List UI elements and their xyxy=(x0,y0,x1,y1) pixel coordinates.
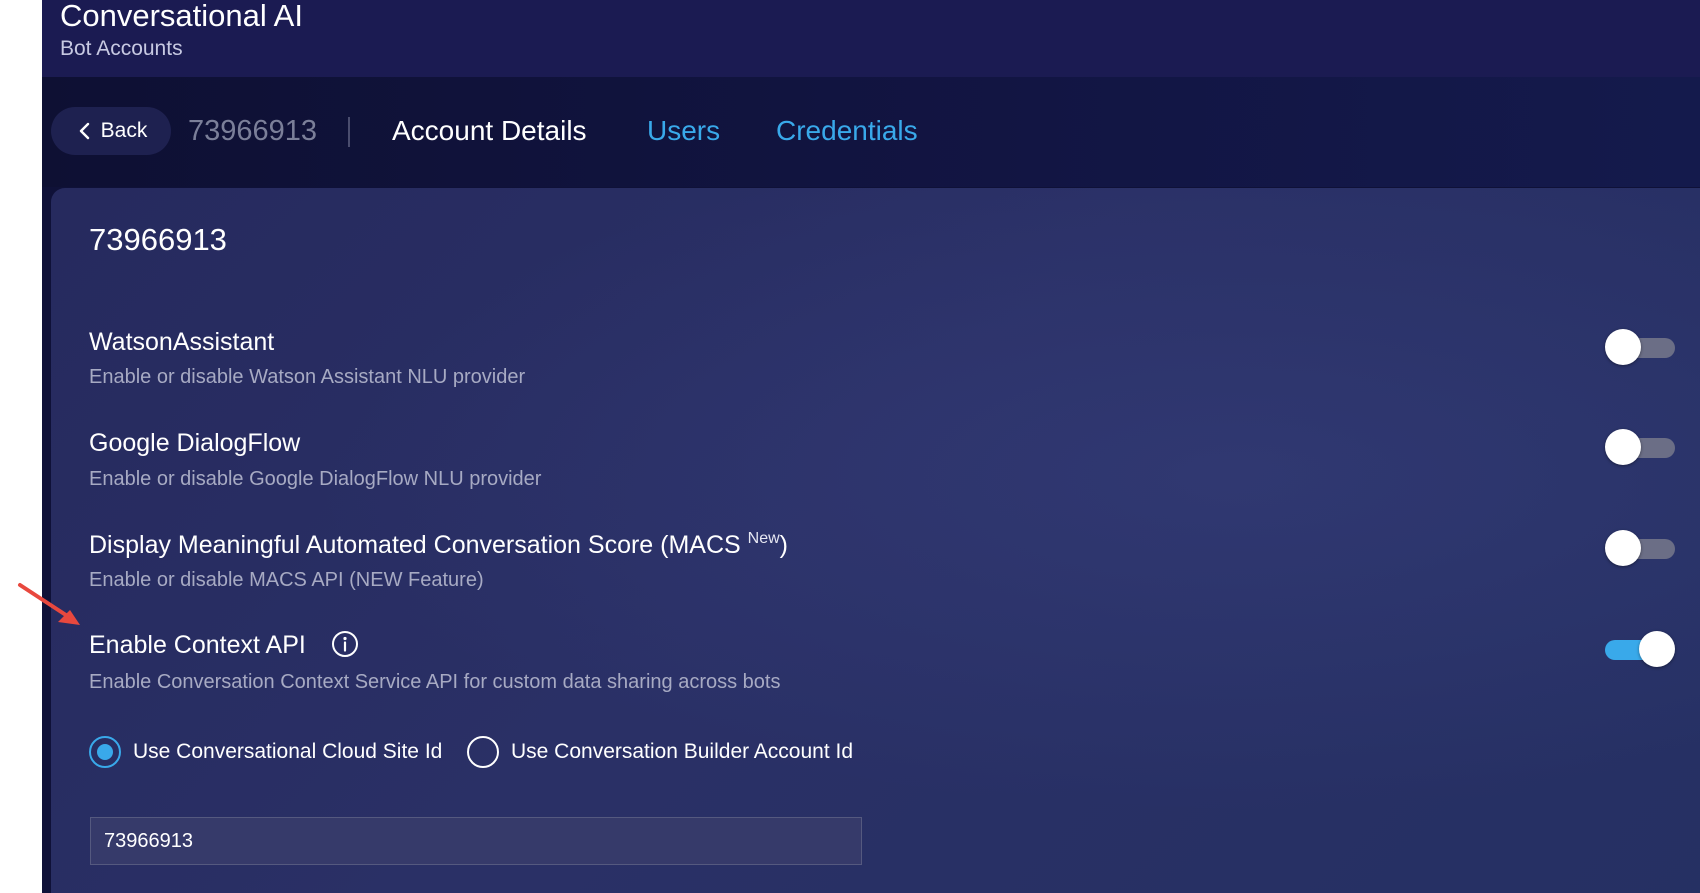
setting-context-api-description: Enable Conversation Context Service API … xyxy=(89,671,781,693)
toggle-knob xyxy=(1605,429,1641,465)
radio-cloud-site-id[interactable]: Use Conversational Cloud Site Id xyxy=(89,734,442,770)
context-api-toggle[interactable] xyxy=(1605,631,1675,667)
new-badge: New xyxy=(747,530,780,547)
tab-users[interactable]: Users xyxy=(647,115,720,147)
back-button-label: Back xyxy=(100,119,148,142)
site-id-input[interactable] xyxy=(90,817,862,865)
radio-circle xyxy=(467,736,499,768)
red-arrow-icon xyxy=(18,583,80,625)
nav-divider xyxy=(348,117,350,147)
nav-account-id: 73966913 xyxy=(188,115,318,147)
app-window: Conversational AI Bot Accounts Back 7396… xyxy=(42,0,1700,893)
setting-watson-title: WatsonAssistant xyxy=(89,328,275,356)
app-title: Conversational AI xyxy=(60,0,303,33)
setting-watson-description: Enable or disable Watson Assistant NLU p… xyxy=(89,366,526,388)
setting-dialogflow-description: Enable or disable Google DialogFlow NLU … xyxy=(89,468,542,490)
app-subtitle: Bot Accounts xyxy=(60,37,183,60)
setting-macs-description: Enable or disable MACS API (NEW Feature) xyxy=(89,569,484,591)
toggle-knob xyxy=(1639,631,1675,667)
toggle-knob xyxy=(1605,530,1641,566)
back-button[interactable]: Back xyxy=(51,107,171,155)
app-header: Conversational AI Bot Accounts xyxy=(42,0,1700,77)
macs-toggle[interactable] xyxy=(1605,530,1675,566)
account-details-panel: 73966913 WatsonAssistant Enable or disab… xyxy=(51,188,1700,893)
setting-macs-title-text: Display Meaningful Automated Conversatio… xyxy=(89,531,748,559)
setting-context-api-title-text: Enable Context API xyxy=(89,631,306,659)
info-icon[interactable] xyxy=(331,630,359,658)
account-nav-bar: Back 73966913 Account Details Users Cred… xyxy=(42,77,1700,187)
tab-account-details[interactable]: Account Details xyxy=(392,115,587,147)
panel-title: 73966913 xyxy=(89,222,227,257)
setting-context-api-title: Enable Context API xyxy=(89,631,359,660)
setting-dialogflow-title: Google DialogFlow xyxy=(89,429,301,457)
radio-cloud-site-id-label: Use Conversational Cloud Site Id xyxy=(133,740,443,763)
toggle-knob xyxy=(1605,329,1641,365)
setting-macs-title: Display Meaningful Automated Conversatio… xyxy=(89,530,788,560)
watson-toggle[interactable] xyxy=(1605,329,1675,365)
setting-macs-title-suffix: ) xyxy=(779,531,788,559)
tab-credentials[interactable]: Credentials xyxy=(776,115,918,147)
chevron-left-icon xyxy=(75,121,95,141)
dialogflow-toggle[interactable] xyxy=(1605,429,1675,465)
radio-builder-account-id[interactable]: Use Conversation Builder Account Id xyxy=(467,734,853,770)
radio-builder-account-id-label: Use Conversation Builder Account Id xyxy=(511,740,854,763)
radio-circle-checked xyxy=(89,736,121,768)
